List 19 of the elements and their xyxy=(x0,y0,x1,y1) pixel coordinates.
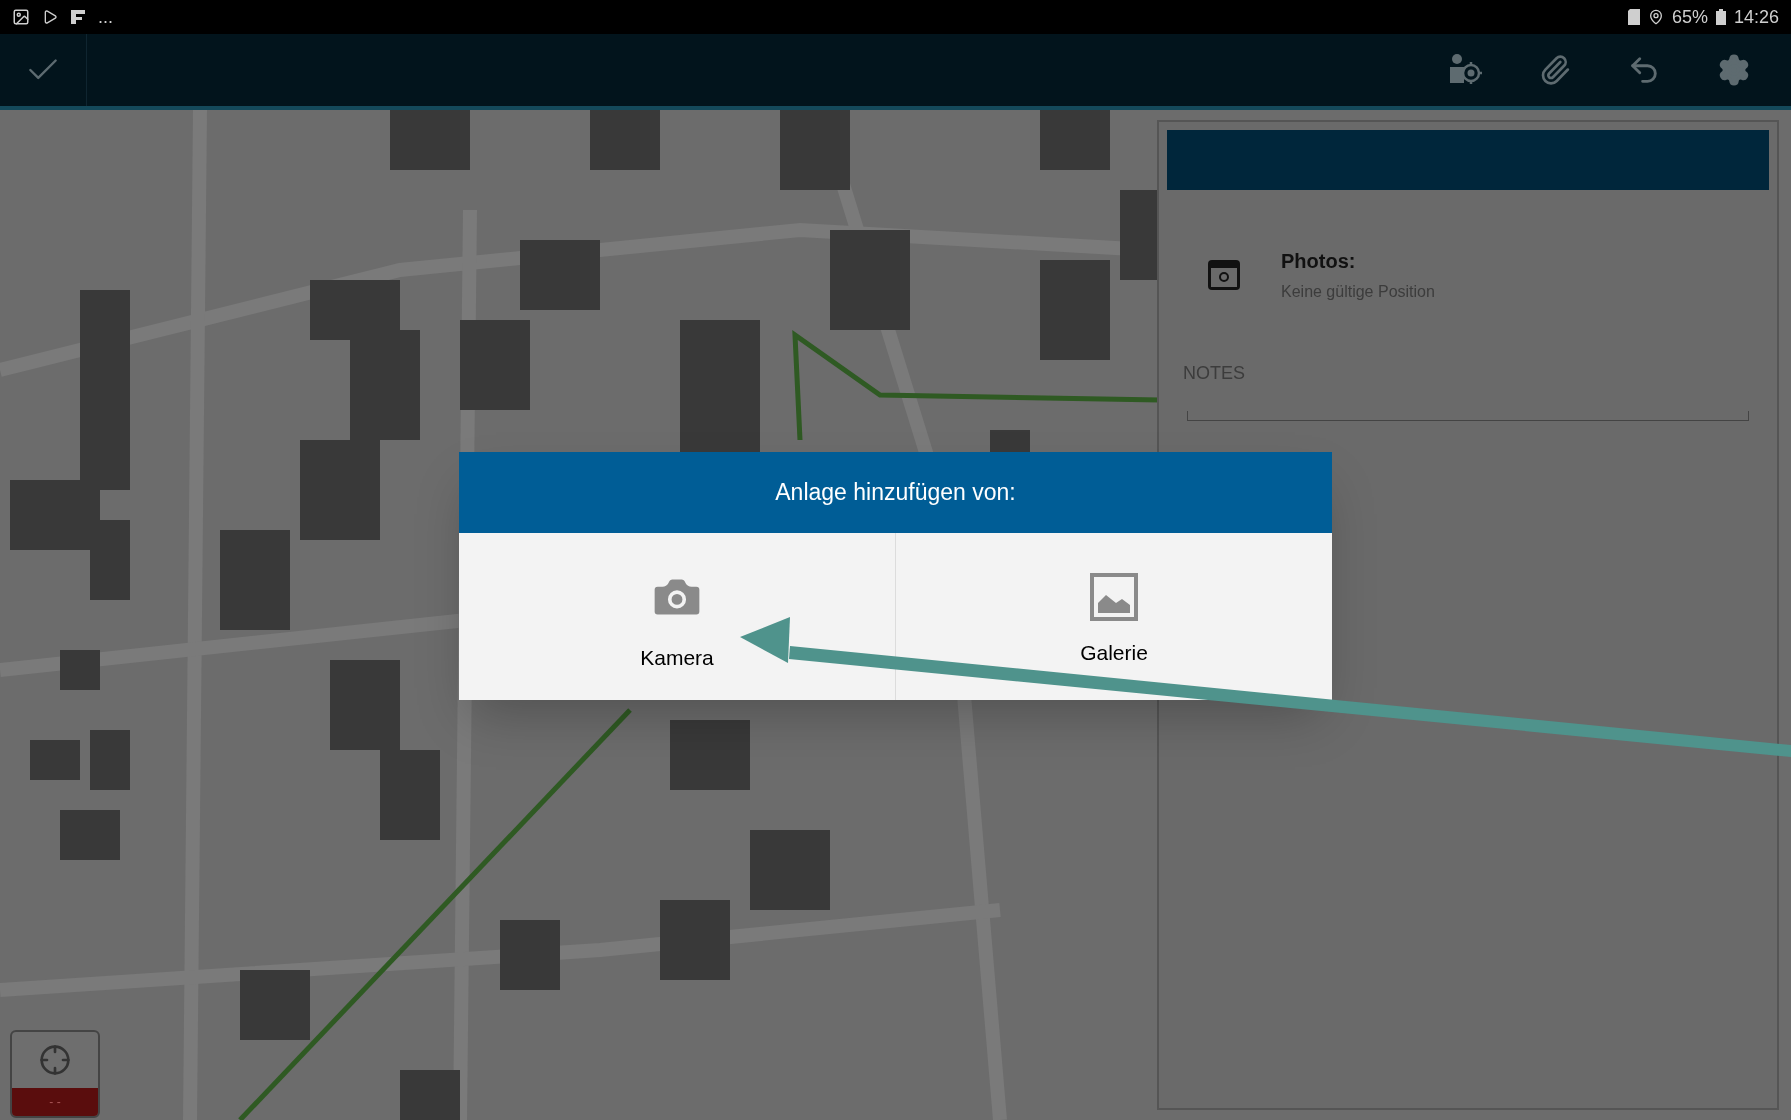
picture-icon xyxy=(1090,572,1138,621)
locate-person-button[interactable] xyxy=(1447,53,1483,87)
sim-icon xyxy=(1627,9,1640,25)
notes-field[interactable] xyxy=(1187,411,1749,421)
location-icon xyxy=(1647,9,1664,25)
photos-title: Photos: xyxy=(1281,249,1357,274)
settings-button[interactable] xyxy=(1717,53,1751,87)
flag-icon xyxy=(70,9,86,25)
crosshair-icon xyxy=(39,1044,71,1076)
camera-icon xyxy=(1207,258,1241,292)
attach-button[interactable] xyxy=(1539,54,1571,86)
image-icon xyxy=(12,8,30,26)
play-icon xyxy=(42,9,58,25)
location-reading: - - xyxy=(49,1094,61,1111)
battery-icon xyxy=(1715,9,1726,25)
dialog-title: Anlage hinzufügen von: xyxy=(775,478,1016,508)
battery-percent: 65% xyxy=(1671,5,1708,29)
overflow-text: ... xyxy=(98,8,113,26)
clock-time: 14:26 xyxy=(1733,5,1779,29)
